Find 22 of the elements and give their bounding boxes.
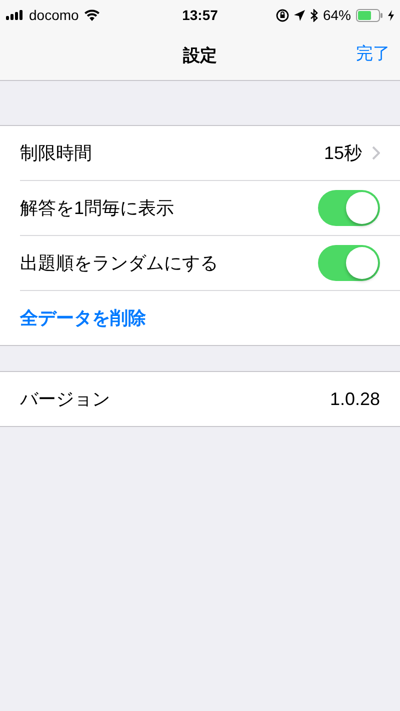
toggle-switch[interactable] xyxy=(318,190,380,226)
row-label: 制限時間 xyxy=(20,142,93,165)
wifi-icon xyxy=(84,9,100,21)
carrier-name: docomo xyxy=(29,7,79,23)
row-label: 出題順をランダムにする xyxy=(20,252,219,275)
row-label: バージョン xyxy=(20,388,111,411)
chevron-icon[interactable] xyxy=(372,146,380,160)
row-label: 解答を1問毎に表示 xyxy=(20,197,176,220)
done-button[interactable]: 完了 xyxy=(356,42,390,65)
battery-percent: 64% xyxy=(322,7,351,23)
status-time: 13:57 xyxy=(181,7,219,23)
nav-title: 設定 xyxy=(183,44,217,66)
bluetooth-icon xyxy=(310,8,318,22)
location-icon xyxy=(294,10,305,20)
charging-icon xyxy=(388,10,394,20)
row-value: 1.0.28 xyxy=(330,388,380,410)
rotation-lock-icon xyxy=(276,8,289,22)
battery-icon xyxy=(356,8,383,22)
delete-all-button[interactable]: 全データを削除 xyxy=(20,306,146,330)
signal-icon xyxy=(6,10,24,20)
toggle-switch[interactable] xyxy=(318,245,380,281)
row-value: 15秒 xyxy=(324,142,362,165)
